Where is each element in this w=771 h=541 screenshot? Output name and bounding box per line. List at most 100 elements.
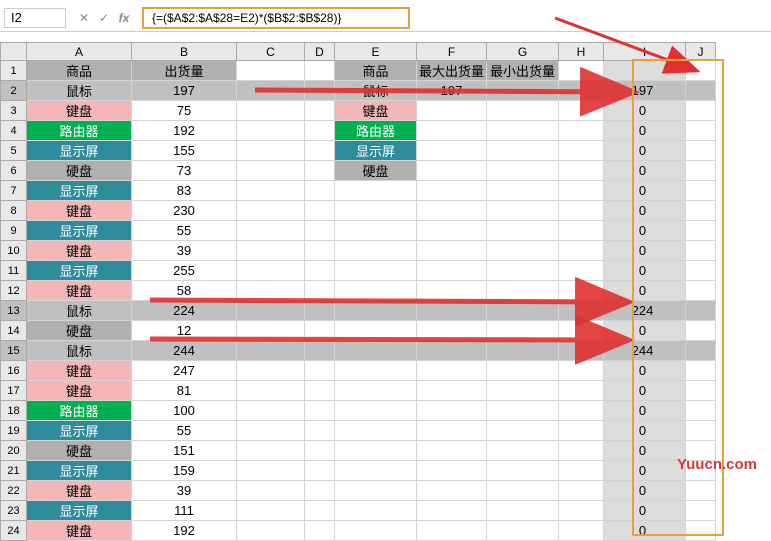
cell-E17[interactable] (335, 381, 417, 401)
cell-F7[interactable] (417, 181, 487, 201)
cell-B2[interactable]: 197 (132, 81, 237, 101)
cell-G1[interactable]: 最小出货量 (487, 61, 559, 81)
cell-F24[interactable] (417, 521, 487, 541)
cell-G12[interactable] (487, 281, 559, 301)
cell-B5[interactable]: 155 (132, 141, 237, 161)
cell-F17[interactable] (417, 381, 487, 401)
cell-D13[interactable] (305, 301, 335, 321)
cell-A21[interactable]: 显示屏 (27, 461, 132, 481)
cell-D11[interactable] (305, 261, 335, 281)
cell-E9[interactable] (335, 221, 417, 241)
cell-D23[interactable] (305, 501, 335, 521)
row-header[interactable]: 5 (1, 141, 27, 161)
row-header[interactable]: 6 (1, 161, 27, 181)
cell-E8[interactable] (335, 201, 417, 221)
cell-B23[interactable]: 111 (132, 501, 237, 521)
row-header[interactable]: 14 (1, 321, 27, 341)
cell-A24[interactable]: 键盘 (27, 521, 132, 541)
cell-G17[interactable] (487, 381, 559, 401)
cell-B6[interactable]: 73 (132, 161, 237, 181)
row-header[interactable]: 18 (1, 401, 27, 421)
cell-E3[interactable]: 键盘 (335, 101, 417, 121)
cell-A14[interactable]: 硬盘 (27, 321, 132, 341)
row-header[interactable]: 23 (1, 501, 27, 521)
cell-A23[interactable]: 显示屏 (27, 501, 132, 521)
cell-C21[interactable] (237, 461, 305, 481)
row-header[interactable]: 24 (1, 521, 27, 541)
cell-G20[interactable] (487, 441, 559, 461)
cell-C1[interactable] (237, 61, 305, 81)
cell-E6[interactable]: 硬盘 (335, 161, 417, 181)
row-header[interactable]: 17 (1, 381, 27, 401)
row-header[interactable]: 8 (1, 201, 27, 221)
cell-C17[interactable] (237, 381, 305, 401)
cell-E11[interactable] (335, 261, 417, 281)
cell-G4[interactable] (487, 121, 559, 141)
cell-G22[interactable] (487, 481, 559, 501)
cell-J10[interactable] (686, 241, 716, 261)
cell-C2[interactable] (237, 81, 305, 101)
cell-A16[interactable]: 键盘 (27, 361, 132, 381)
cell-F1[interactable]: 最大出货量 (417, 61, 487, 81)
cell-C12[interactable] (237, 281, 305, 301)
cell-H17[interactable] (559, 381, 604, 401)
cell-C24[interactable] (237, 521, 305, 541)
cell-A3[interactable]: 键盘 (27, 101, 132, 121)
cell-I22[interactable]: 0 (604, 481, 686, 501)
cell-G5[interactable] (487, 141, 559, 161)
cell-I24[interactable]: 0 (604, 521, 686, 541)
enter-icon[interactable]: ✓ (94, 8, 114, 28)
cell-I18[interactable]: 0 (604, 401, 686, 421)
cell-G14[interactable] (487, 321, 559, 341)
cell-E18[interactable] (335, 401, 417, 421)
row-header[interactable]: 9 (1, 221, 27, 241)
cell-A22[interactable]: 键盘 (27, 481, 132, 501)
cell-I7[interactable]: 0 (604, 181, 686, 201)
cell-D22[interactable] (305, 481, 335, 501)
row-header[interactable]: 7 (1, 181, 27, 201)
cell-C19[interactable] (237, 421, 305, 441)
cell-J2[interactable] (686, 81, 716, 101)
cell-I15[interactable]: 244 (604, 341, 686, 361)
column-header[interactable]: E (335, 43, 417, 61)
cell-A12[interactable]: 键盘 (27, 281, 132, 301)
cell-F9[interactable] (417, 221, 487, 241)
cell-I11[interactable]: 0 (604, 261, 686, 281)
cell-B3[interactable]: 75 (132, 101, 237, 121)
cell-F22[interactable] (417, 481, 487, 501)
cell-E20[interactable] (335, 441, 417, 461)
row-header[interactable]: 4 (1, 121, 27, 141)
cell-G23[interactable] (487, 501, 559, 521)
cell-G10[interactable] (487, 241, 559, 261)
cell-J9[interactable] (686, 221, 716, 241)
cell-F19[interactable] (417, 421, 487, 441)
cell-I14[interactable]: 0 (604, 321, 686, 341)
cell-C10[interactable] (237, 241, 305, 261)
cell-H8[interactable] (559, 201, 604, 221)
cell-G13[interactable] (487, 301, 559, 321)
column-header[interactable]: D (305, 43, 335, 61)
cell-F20[interactable] (417, 441, 487, 461)
cell-J5[interactable] (686, 141, 716, 161)
cell-J17[interactable] (686, 381, 716, 401)
row-header[interactable]: 22 (1, 481, 27, 501)
cell-E19[interactable] (335, 421, 417, 441)
cell-D19[interactable] (305, 421, 335, 441)
cell-H7[interactable] (559, 181, 604, 201)
cell-D16[interactable] (305, 361, 335, 381)
cell-F11[interactable] (417, 261, 487, 281)
cell-F12[interactable] (417, 281, 487, 301)
cell-J19[interactable] (686, 421, 716, 441)
cell-C15[interactable] (237, 341, 305, 361)
cell-B15[interactable]: 244 (132, 341, 237, 361)
cell-B22[interactable]: 39 (132, 481, 237, 501)
cell-G7[interactable] (487, 181, 559, 201)
cell-D18[interactable] (305, 401, 335, 421)
cell-E4[interactable]: 路由器 (335, 121, 417, 141)
cell-I6[interactable]: 0 (604, 161, 686, 181)
row-header[interactable]: 13 (1, 301, 27, 321)
cell-A17[interactable]: 键盘 (27, 381, 132, 401)
cell-B19[interactable]: 55 (132, 421, 237, 441)
cell-H12[interactable] (559, 281, 604, 301)
cell-F21[interactable] (417, 461, 487, 481)
